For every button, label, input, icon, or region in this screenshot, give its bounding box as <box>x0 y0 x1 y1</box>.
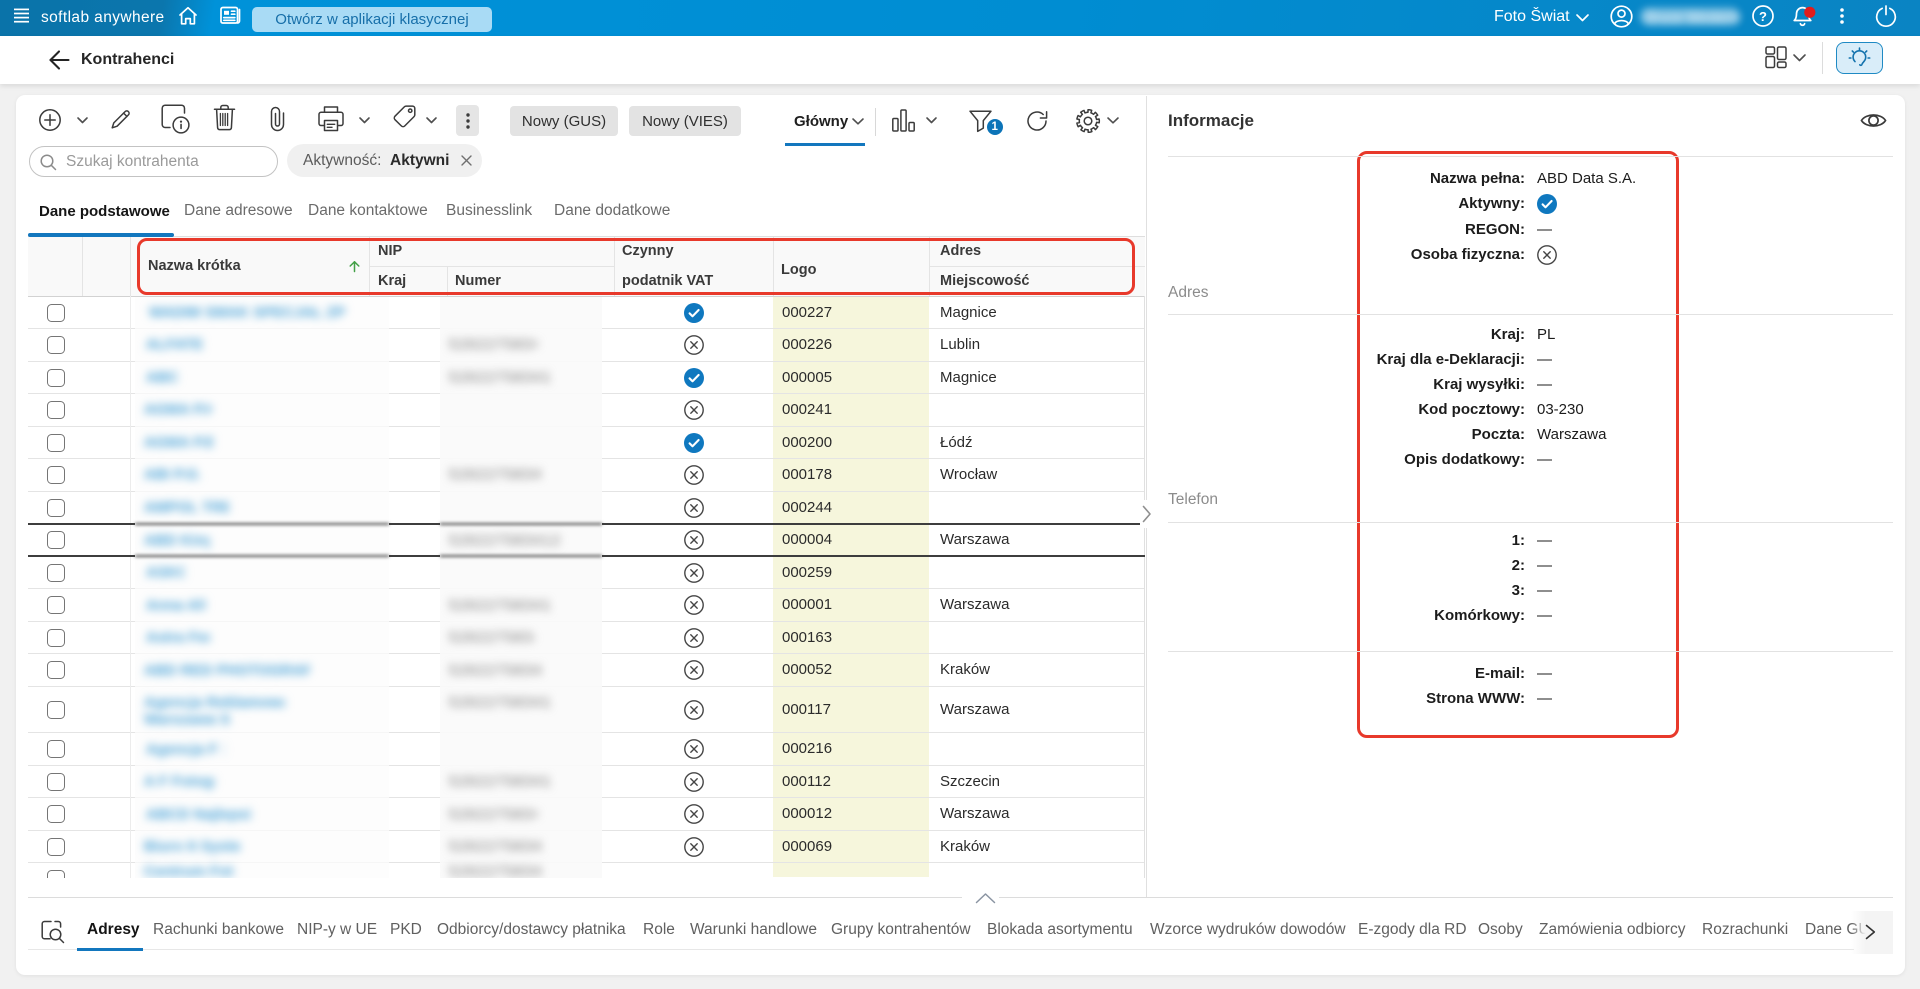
svg-text:?: ? <box>1759 9 1767 24</box>
